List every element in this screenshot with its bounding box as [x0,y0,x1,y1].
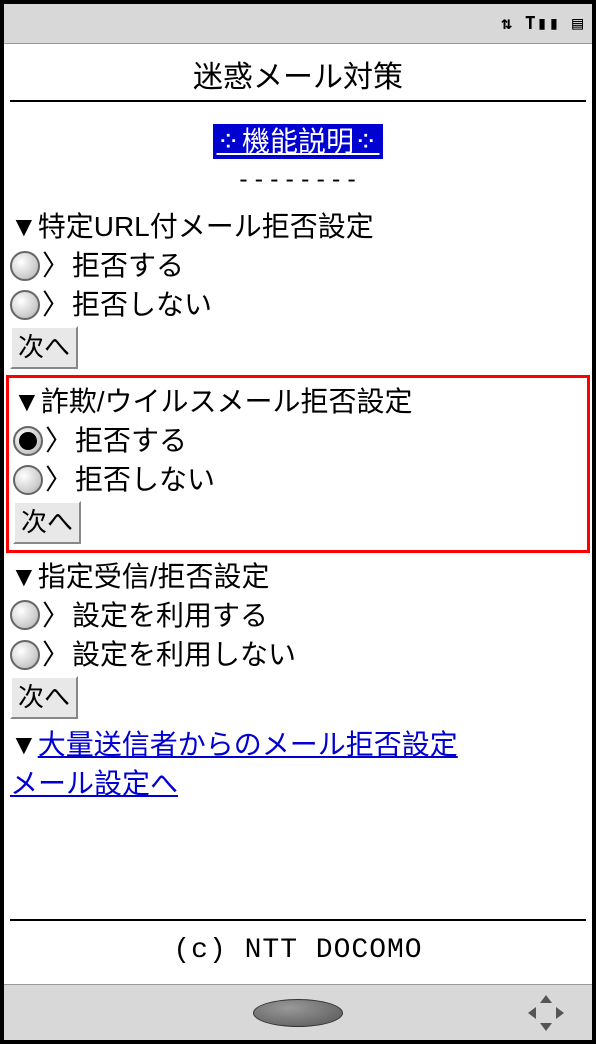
option-allow-use[interactable]: 〉設定を利用する [10,596,586,635]
triangle-down-icon: ▼ [10,557,38,596]
content-area: ⁘機能説明⁘ -------- ▼特定URL付メール拒否設定 〉拒否する 〉拒否… [4,102,592,919]
radio-icon[interactable] [10,600,40,630]
option-fraud-reject[interactable]: 〉拒否する [13,421,583,460]
signal-icons: ⇅ T▮▮ ▤ [501,13,584,34]
radio-icon[interactable] [10,251,40,281]
section-bulk-sender: ▼大量送信者からのメール拒否設定 [10,725,586,764]
softkey-bar [4,984,592,1040]
triangle-down-icon: ▼ [10,725,38,764]
radio-icon[interactable] [13,465,43,495]
copyright-text: (c) NTT DOCOMO [4,921,592,984]
section-fraud-virus-highlighted: ▼詐欺/ウイルスメール拒否設定 〉拒否する 〉拒否しない 次へ [6,375,590,553]
center-softkey-button[interactable] [253,999,343,1027]
radio-icon[interactable] [10,290,40,320]
option-allow-not-use[interactable]: 〉設定を利用しない [10,635,586,674]
feature-link-row: ⁘機能説明⁘ [10,122,586,161]
bulk-sender-link[interactable]: 大量送信者からのメール拒否設定 [38,729,458,760]
section-fraud-virus-heading: ▼詐欺/ウイルスメール拒否設定 [13,382,583,421]
next-button-fraud[interactable]: 次へ [13,501,81,543]
back-to-mail-settings[interactable]: メール設定へ [10,764,586,803]
section-allow-block-heading: ▼指定受信/拒否設定 [10,557,586,596]
next-button-url[interactable]: 次へ [10,326,78,368]
radio-icon[interactable] [13,426,43,456]
dpad-icon[interactable] [528,995,564,1031]
radio-icon[interactable] [10,640,40,670]
triangle-down-icon: ▼ [13,382,41,421]
triangle-down-icon: ▼ [10,207,38,246]
option-fraud-allow[interactable]: 〉拒否しない [13,460,583,499]
next-button-allow[interactable]: 次へ [10,676,78,718]
status-bar: ⇅ T▮▮ ▤ [4,4,592,44]
feature-description-link[interactable]: ⁘機能説明⁘ [213,124,384,159]
divider-dashes: -------- [10,163,586,197]
page-title: 迷惑メール対策 [10,44,586,102]
option-url-block-reject[interactable]: 〉拒否する [10,246,586,285]
option-url-block-allow[interactable]: 〉拒否しない [10,285,586,324]
section-url-block-heading: ▼特定URL付メール拒否設定 [10,207,586,246]
